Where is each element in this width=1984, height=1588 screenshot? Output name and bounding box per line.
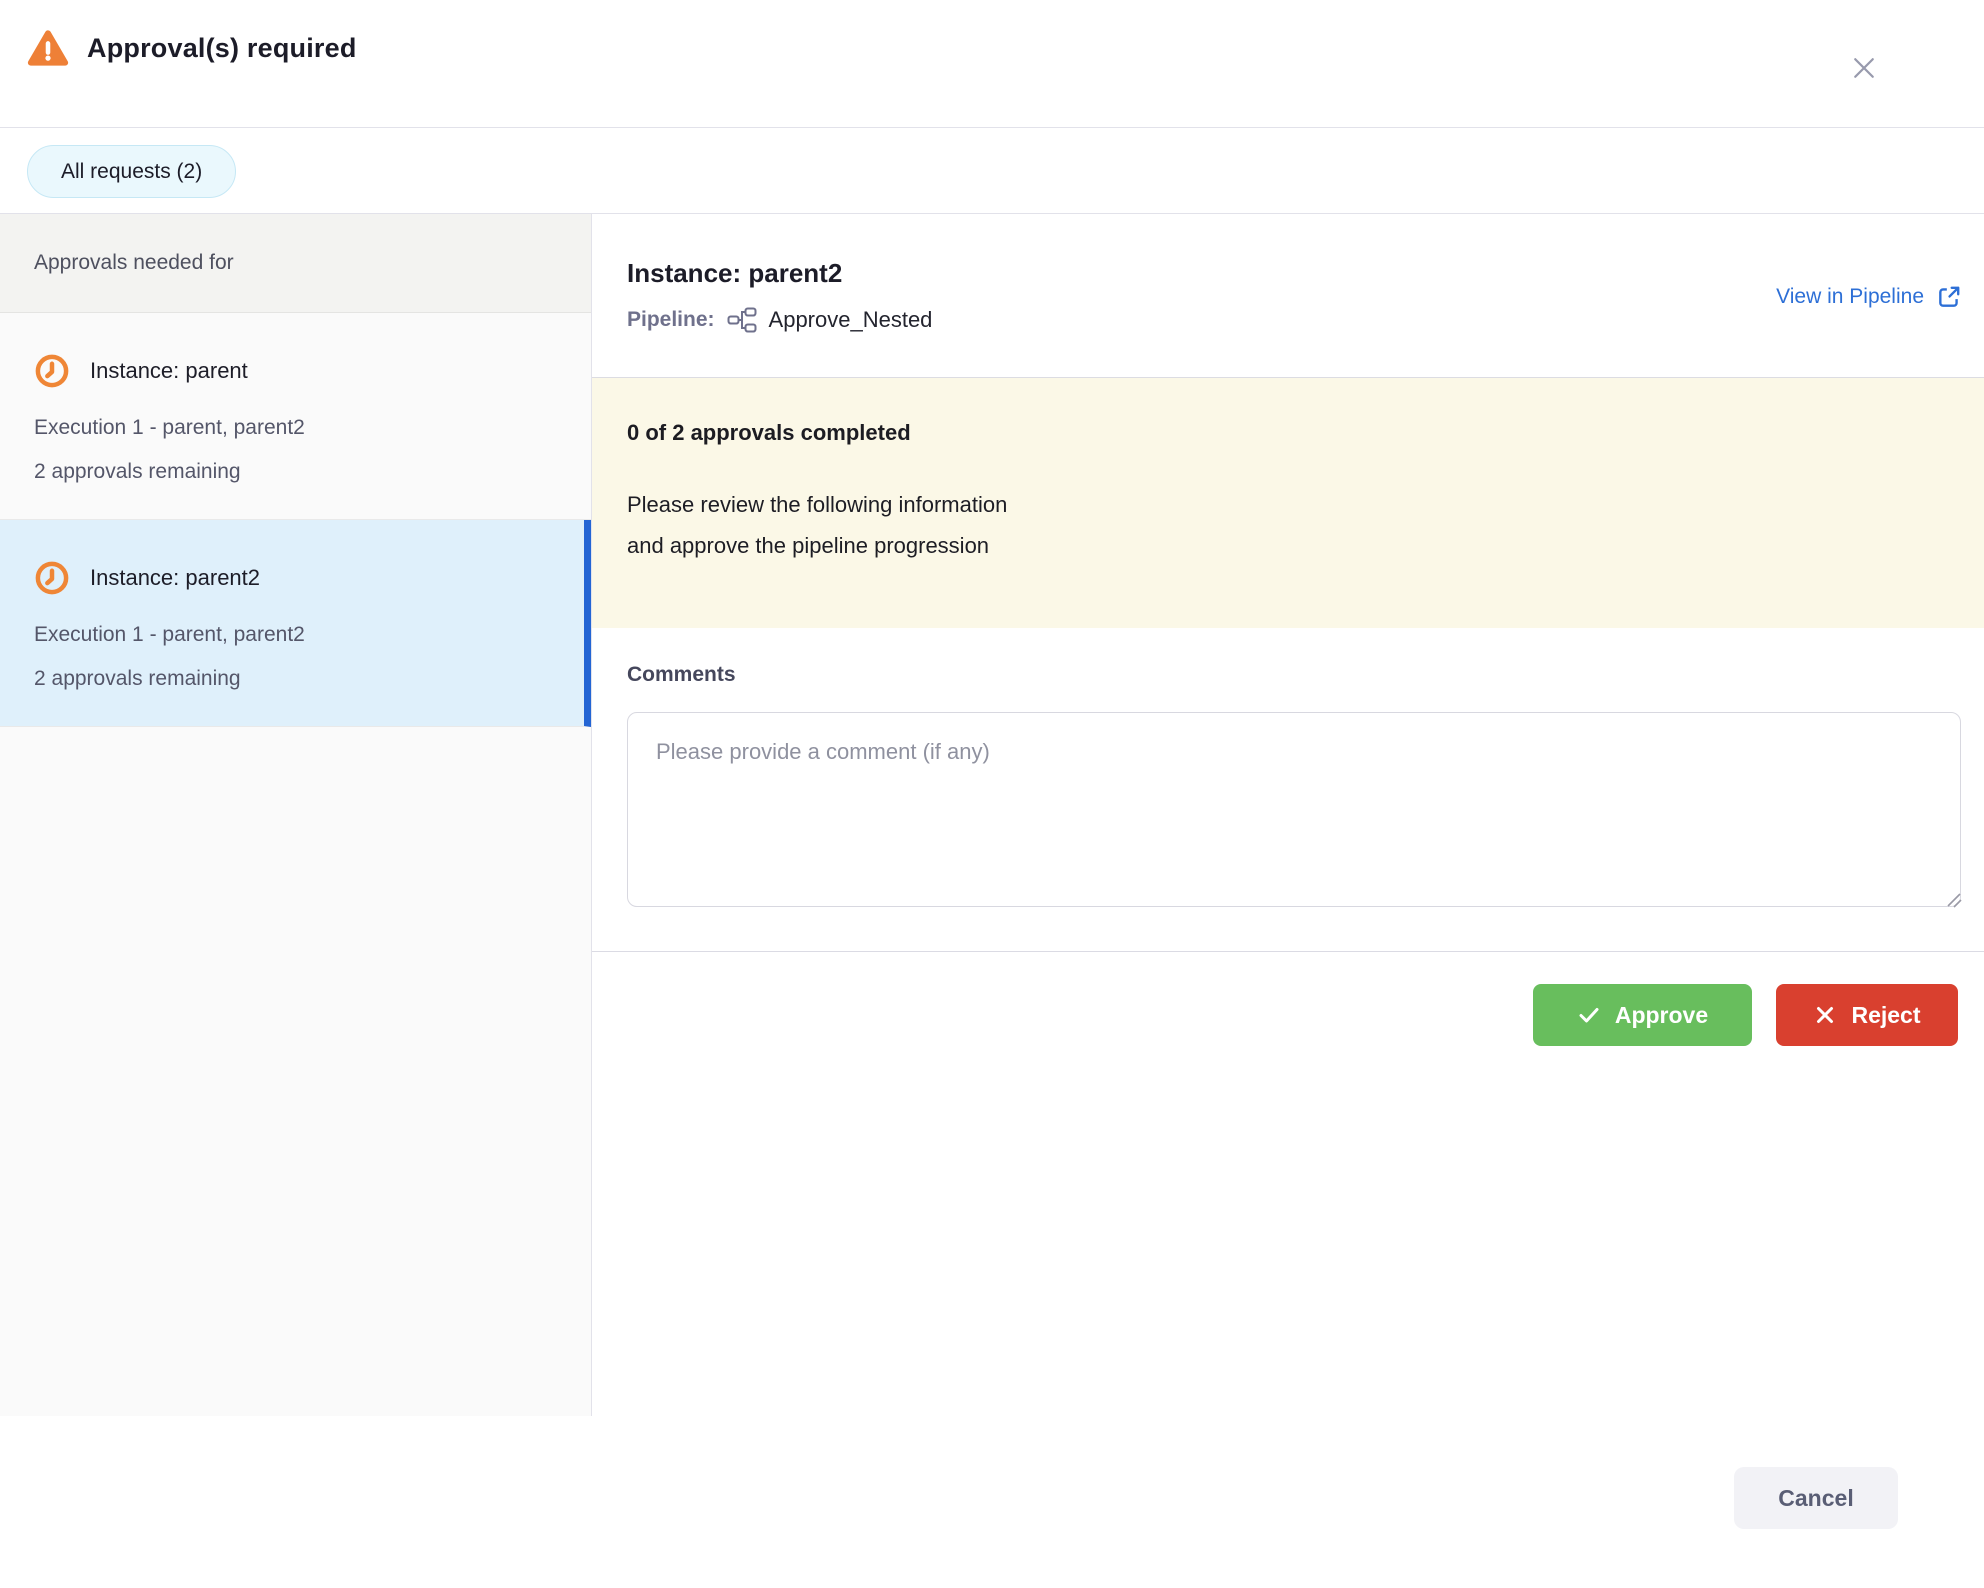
banner-text: Please review the following information …: [627, 484, 1949, 566]
modal-header: Approval(s) required: [0, 0, 1984, 128]
approvals-banner: 0 of 2 approvals completed Please review…: [592, 377, 1984, 628]
instance-title: Instance: parent2: [627, 258, 842, 289]
view-in-pipeline-label: View in Pipeline: [1776, 285, 1924, 309]
approve-button[interactable]: Approve: [1533, 984, 1752, 1046]
reject-button[interactable]: Reject: [1776, 984, 1958, 1046]
approval-item-title: Instance: parent: [90, 358, 248, 384]
tab-bar: All requests (2): [0, 128, 1984, 214]
approval-item-title-row: Instance: parent: [34, 353, 557, 389]
banner-line1: Please review the following information: [627, 484, 1949, 525]
modal-title: Approval(s) required: [87, 33, 357, 64]
pipeline-label: Pipeline:: [627, 308, 715, 332]
banner-line2: and approve the pipeline progression: [627, 525, 1949, 566]
external-link-icon: [1936, 284, 1962, 310]
buttons-divider: [592, 951, 1984, 952]
close-x-icon: [1849, 53, 1879, 83]
comment-textarea[interactable]: [627, 712, 1961, 907]
cancel-button[interactable]: Cancel: [1734, 1467, 1898, 1529]
close-button[interactable]: [1846, 50, 1882, 86]
pending-clock-icon: [34, 560, 70, 596]
modal-header-left: Approval(s) required: [27, 28, 357, 68]
check-icon: [1577, 1003, 1601, 1027]
approve-label: Approve: [1615, 1002, 1708, 1029]
approval-item-execution: Execution 1 - parent, parent2: [34, 622, 550, 648]
reject-label: Reject: [1851, 1002, 1920, 1029]
x-icon: [1813, 1003, 1837, 1027]
approval-modal: Approval(s) required All requests (2) Ap…: [0, 0, 1984, 1588]
approval-item-title-row: Instance: parent2: [34, 560, 550, 596]
tab-all-requests[interactable]: All requests (2): [27, 145, 236, 198]
approval-item-remaining: 2 approvals remaining: [34, 666, 550, 692]
approval-item-remaining: 2 approvals remaining: [34, 459, 557, 485]
pipeline-row: Pipeline: Approve_Nested: [627, 304, 932, 336]
approval-item-title: Instance: parent2: [90, 565, 260, 591]
approval-detail-panel: Instance: parent2 Pipeline: Approve_Nest…: [592, 214, 1984, 1588]
approval-item-parent2[interactable]: Instance: parent2 Execution 1 - parent, …: [0, 520, 591, 727]
pending-clock-icon: [34, 353, 70, 389]
approvals-sidebar: Approvals needed for Instance: parent Ex…: [0, 214, 592, 1416]
pipeline-graph-icon: [727, 307, 757, 333]
approval-item-parent[interactable]: Instance: parent Execution 1 - parent, p…: [0, 313, 591, 520]
cancel-label: Cancel: [1778, 1485, 1853, 1512]
sidebar-heading: Approvals needed for: [0, 214, 591, 313]
warning-triangle-icon: [27, 28, 69, 68]
pipeline-name: Approve_Nested: [769, 307, 933, 333]
approval-item-execution: Execution 1 - parent, parent2: [34, 415, 557, 441]
comments-label: Comments: [627, 663, 736, 687]
view-in-pipeline-link[interactable]: View in Pipeline: [1776, 284, 1962, 310]
banner-heading: 0 of 2 approvals completed: [627, 420, 1949, 446]
